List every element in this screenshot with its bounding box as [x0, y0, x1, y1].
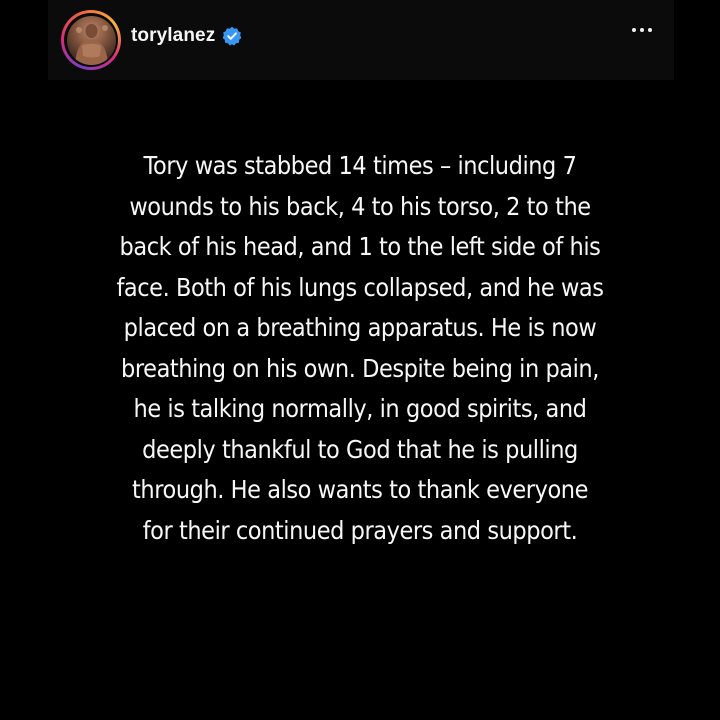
avatar-figure-icon	[74, 23, 108, 65]
username-link[interactable]: torylanez	[131, 25, 215, 47]
more-dot-icon	[632, 28, 636, 32]
post-header: torylanez	[48, 0, 674, 80]
more-dot-icon	[648, 28, 652, 32]
caption-line: breathing on his own. Despite being in p…	[121, 353, 599, 383]
story-ring[interactable]	[61, 10, 121, 70]
username-group: torylanez	[131, 25, 242, 47]
caption-line: wounds to his back, 4 to his torso, 2 to…	[129, 191, 591, 221]
caption-line: deeply thankful to God that he is pullin…	[142, 434, 578, 464]
more-dot-icon	[640, 28, 644, 32]
verified-badge-icon	[222, 26, 242, 46]
caption-line: he is talking normally, in good spirits,…	[133, 394, 587, 423]
caption-line: Tory was stabbed 14 times – including 7	[143, 151, 577, 180]
post-caption-text: Tory was stabbed 14 times – including 7 …	[72, 146, 648, 551]
caption-line: through. He also wants to thank everyone	[132, 475, 588, 504]
caption-line: back of his head, and 1 to the left side…	[119, 232, 601, 261]
caption-line: placed on a breathing apparatus. He is n…	[123, 313, 597, 342]
more-options-button[interactable]	[632, 28, 652, 32]
avatar[interactable]	[66, 15, 116, 65]
avatar-gap	[64, 13, 118, 67]
caption-line: face. Both of his lungs collapsed, and h…	[116, 272, 604, 302]
caption-line: for their continued prayers and support.	[142, 515, 578, 545]
